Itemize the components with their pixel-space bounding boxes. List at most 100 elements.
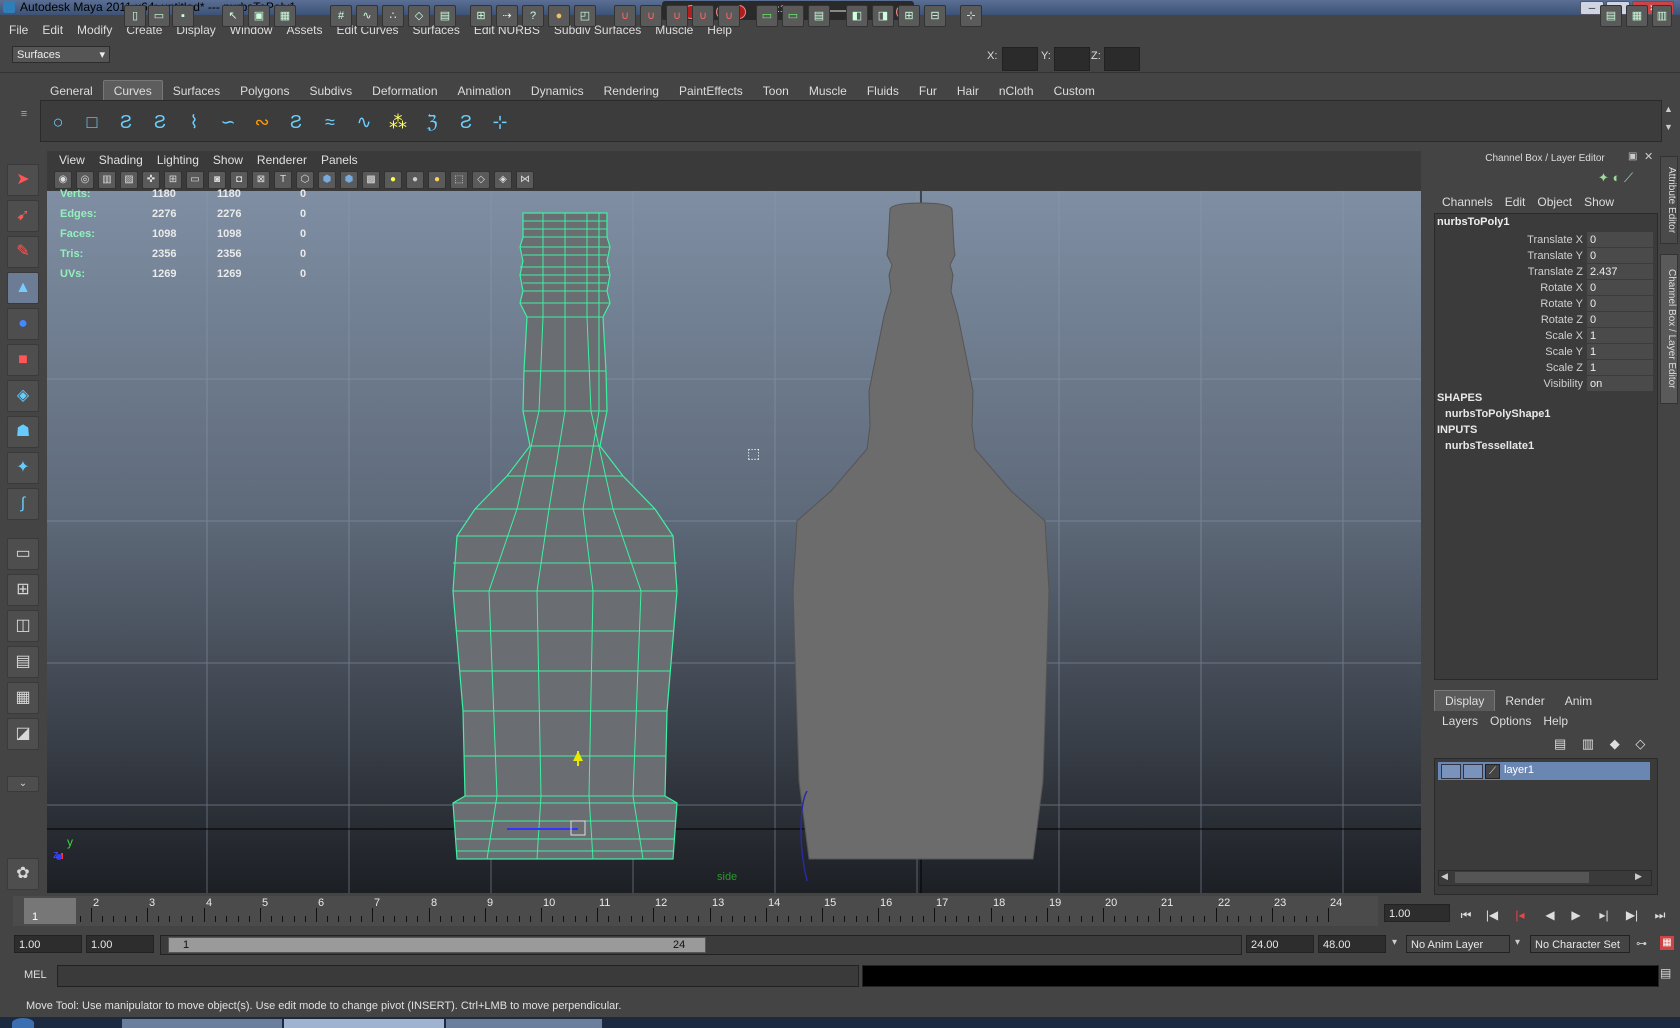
step-forward-frame-icon[interactable]: ▸| xyxy=(1594,906,1614,924)
menu-file[interactable]: File xyxy=(2,20,35,41)
shelf-tab-subdivs[interactable]: Subdivs xyxy=(299,81,362,101)
float-panel-icon[interactable]: ▣ xyxy=(1628,151,1637,162)
new-scene-icon[interactable]: ▯ xyxy=(124,5,146,27)
attr-row[interactable]: Scale Y 1 xyxy=(1435,344,1653,360)
shelf-tab-curves[interactable]: Curves xyxy=(102,80,163,101)
toggle-attr-editor-icon[interactable]: ▤ xyxy=(1600,5,1622,27)
layer-menu-options[interactable]: Options xyxy=(1484,712,1537,730)
render-frame-icon[interactable]: ▭ xyxy=(756,5,778,27)
show-manipulator-icon[interactable]: ✦ xyxy=(7,452,39,484)
input-ops-icon[interactable]: ⇢ xyxy=(496,5,518,27)
textured-icon[interactable]: ▩ xyxy=(362,171,380,189)
attribute-editor-tab[interactable]: Attribute Editor xyxy=(1660,156,1678,244)
panel-menu-shading[interactable]: Shading xyxy=(92,151,150,169)
toolbox-more-icon[interactable]: ⌄ xyxy=(7,776,39,792)
start-orb-icon[interactable] xyxy=(12,1018,34,1028)
panel-menu-panels[interactable]: Panels xyxy=(314,151,365,169)
hypershade-layout-icon[interactable]: ▦ xyxy=(7,682,39,714)
shelf-tab-ncloth[interactable]: nCloth xyxy=(989,81,1044,101)
channel-box-tab[interactable]: Channel Box / Layer Editor xyxy=(1660,254,1678,404)
select-object-icon[interactable]: ▣ xyxy=(248,5,270,27)
help-icon[interactable]: ? xyxy=(522,5,544,27)
scroll-right-icon[interactable]: ▶ xyxy=(1635,871,1642,882)
attr-value[interactable]: 2.437 xyxy=(1587,264,1653,279)
step-forward-key-icon[interactable]: ▶| xyxy=(1622,906,1642,924)
attr-row[interactable]: Visibility on xyxy=(1435,376,1653,392)
single-perspective-layout-icon[interactable]: ▭ xyxy=(7,538,39,570)
y-field[interactable] xyxy=(1054,47,1090,71)
attr-row[interactable]: Rotate Z 0 xyxy=(1435,312,1653,328)
object-name[interactable]: nurbsToPoly1 xyxy=(1437,216,1510,228)
construct-icon[interactable]: ◰ xyxy=(574,5,596,27)
nurbs-circle-icon[interactable]: ○ xyxy=(45,110,71,134)
attr-row[interactable]: Rotate Y 0 xyxy=(1435,296,1653,312)
layer-menu-layers[interactable]: Layers xyxy=(1436,712,1484,730)
go-to-end-icon[interactable]: ⏭ xyxy=(1650,906,1670,924)
wireframe-on-shaded-icon[interactable]: ⬢ xyxy=(340,171,358,189)
shelf-tab-surfaces[interactable]: Surfaces xyxy=(163,81,230,101)
shelf-tab-general[interactable]: General xyxy=(40,81,103,101)
arc-two-point-icon[interactable]: ∾ xyxy=(249,110,275,134)
shelf-tab-custom[interactable]: Custom xyxy=(1044,81,1105,101)
anim-layer-select[interactable]: No Anim Layer xyxy=(1406,935,1510,953)
attr-value[interactable]: 0 xyxy=(1587,248,1653,263)
shelf-tab-dynamics[interactable]: Dynamics xyxy=(521,81,594,101)
scroll-left-icon[interactable]: ◀ xyxy=(1441,871,1448,882)
script-editor-icon[interactable]: ✿ xyxy=(7,858,39,890)
wireframe-bottle[interactable] xyxy=(452,212,678,860)
pencil-curve-icon[interactable]: ⌇ xyxy=(181,110,207,134)
shelf-tab-fluids[interactable]: Fluids xyxy=(857,81,909,101)
persp-outliner-layout-icon[interactable]: ◫ xyxy=(7,610,39,642)
extend-curve-icon[interactable]: ⁂ xyxy=(385,110,411,134)
shelf-tab-muscle[interactable]: Muscle xyxy=(799,81,857,101)
persp-graph-layout-icon[interactable]: ▤ xyxy=(7,646,39,678)
current-time-field[interactable]: 1.00 xyxy=(1384,904,1450,922)
shelf-tab-deformation[interactable]: Deformation xyxy=(362,81,447,101)
rebuild-curve-icon[interactable]: Ƨ xyxy=(453,110,479,134)
range-end-inner[interactable]: 24.00 xyxy=(1246,935,1314,953)
go-to-start-icon[interactable]: ⏮ xyxy=(1456,906,1476,924)
panel-menu-lighting[interactable]: Lighting xyxy=(150,151,206,169)
magnet3-icon[interactable]: ∪ xyxy=(666,5,688,27)
anim-layer-chevron-icon[interactable]: ▾ xyxy=(1392,937,1397,948)
shelf-tab-rendering[interactable]: Rendering xyxy=(594,81,669,101)
snap-surface-icon[interactable]: ▤ xyxy=(434,5,456,27)
transform-box-icon[interactable]: ⊹ xyxy=(960,5,982,27)
range-slider-thumb[interactable]: 1 24 xyxy=(168,937,706,953)
add-points-icon[interactable]: ⊹ xyxy=(487,110,513,134)
cv-curve-icon[interactable]: Ƨ xyxy=(113,110,139,134)
xray-components-icon[interactable]: ⋈ xyxy=(516,171,534,189)
play-backwards-icon[interactable]: ◀ xyxy=(1540,906,1560,924)
scroll-thumb[interactable] xyxy=(1455,872,1589,883)
render-settings-icon[interactable]: ▤ xyxy=(808,5,830,27)
attr-value[interactable]: 1 xyxy=(1587,344,1653,359)
play-forwards-icon[interactable]: ▶ xyxy=(1566,906,1586,924)
safe-action-icon[interactable]: T xyxy=(274,171,292,189)
attr-value[interactable]: 0 xyxy=(1587,312,1653,327)
image-plane-icon[interactable]: ▨ xyxy=(120,171,138,189)
taskbar-item[interactable] xyxy=(284,1019,444,1028)
layer-row[interactable]: ⟋ layer1 xyxy=(1438,762,1650,780)
cb-menu-object[interactable]: Object xyxy=(1531,193,1578,211)
step-back-key-icon[interactable]: |◀ xyxy=(1482,906,1502,924)
menu-modify[interactable]: Modify xyxy=(70,20,119,41)
xray-icon[interactable]: ◇ xyxy=(472,171,490,189)
shelf-tab-animation[interactable]: Animation xyxy=(448,81,521,101)
nurbs-square-icon[interactable]: □ xyxy=(79,110,105,134)
shelf-tab-painteffects[interactable]: PaintEffects xyxy=(669,81,753,101)
manipulator-tool-icon[interactable]: ◈ xyxy=(7,380,39,412)
menu-edit[interactable]: Edit xyxy=(35,20,70,41)
layer-menu-help[interactable]: Help xyxy=(1537,712,1574,730)
uv-editor-icon[interactable]: ⊞ xyxy=(898,5,920,27)
bookmark-icon[interactable]: ▥ xyxy=(98,171,116,189)
cb-menu-show[interactable]: Show xyxy=(1578,193,1620,211)
shelf-menu-icon[interactable]: ≡ xyxy=(14,108,34,138)
select-tool-icon[interactable]: ➤ xyxy=(7,164,39,196)
taskbar-item[interactable] xyxy=(446,1019,602,1028)
input-node[interactable]: nurbsTessellate1 xyxy=(1445,440,1534,452)
scale-tool-icon[interactable]: ■ xyxy=(7,344,39,376)
channel-box-tool-icons[interactable]: ✦ ◐ ⟋ xyxy=(1598,170,1633,186)
script-editor-button[interactable]: ▤ xyxy=(1660,966,1671,980)
attr-row[interactable]: Translate Y 0 xyxy=(1435,248,1653,264)
ipr-render-icon[interactable]: ▭ xyxy=(782,5,804,27)
